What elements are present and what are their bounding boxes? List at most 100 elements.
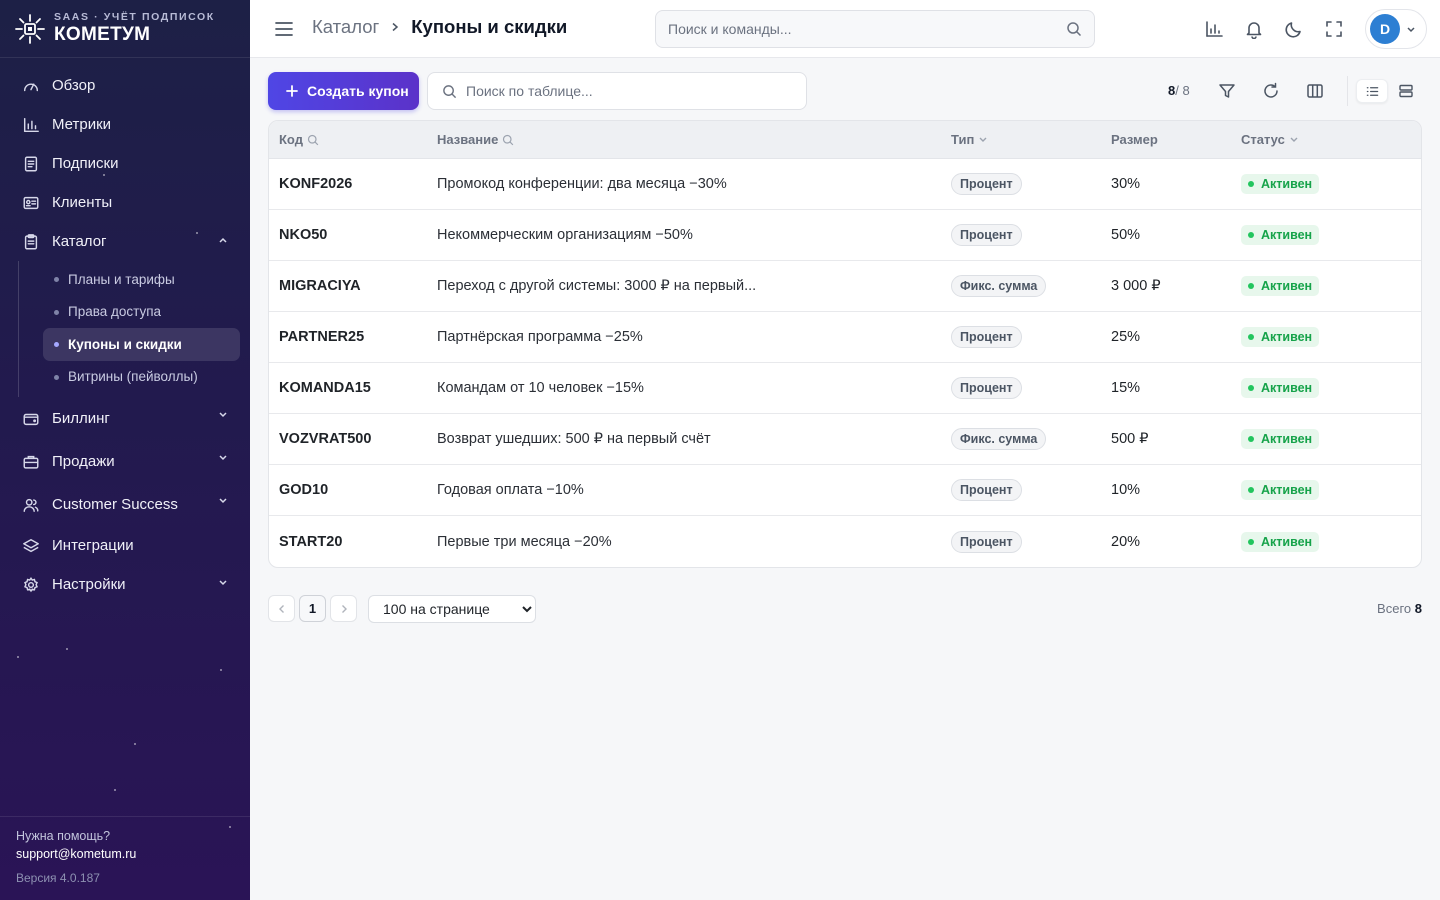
next-page-button[interactable] bbox=[330, 595, 357, 622]
coupon-size: 30% bbox=[1111, 176, 1141, 192]
per-page-select[interactable]: 100 на странице bbox=[368, 595, 536, 623]
table-row[interactable]: START20 Первые три месяца −20% Процент 2… bbox=[269, 516, 1421, 567]
table-row[interactable]: KONF2026 Промокод конференции: два месяц… bbox=[269, 159, 1421, 210]
sidebar-item-label: Интеграции bbox=[52, 537, 134, 554]
user-menu[interactable]: D bbox=[1365, 9, 1427, 49]
card-view-icon[interactable] bbox=[1398, 83, 1414, 99]
type-badge: Фикс. сумма bbox=[951, 275, 1047, 297]
subnav-item-coupons[interactable]: Купоны и скидки bbox=[43, 328, 240, 361]
coupon-code: KOMANDA15 bbox=[279, 380, 371, 396]
sidebar-item-label: Биллинг bbox=[52, 410, 110, 427]
subnav-item-paywalls[interactable]: Витрины (пейволлы) bbox=[43, 361, 240, 394]
table-row[interactable]: NKO50 Некоммерческим организациям −50% П… bbox=[269, 210, 1421, 261]
coupon-size: 15% bbox=[1111, 380, 1141, 396]
type-badge: Процент bbox=[951, 479, 1022, 501]
moon-icon[interactable] bbox=[1284, 19, 1304, 39]
sidebar-item-label: Подписки bbox=[52, 155, 119, 172]
chevron-down-icon bbox=[979, 137, 987, 142]
coupon-size: 10% bbox=[1111, 482, 1141, 498]
chevron-down-icon bbox=[219, 580, 227, 586]
columns-icon[interactable] bbox=[1306, 82, 1324, 100]
sidebar-item-label: Метрики bbox=[52, 116, 112, 133]
sidebar-item-clients[interactable]: Клиенты bbox=[0, 183, 250, 222]
sidebar-item-billing[interactable]: Биллинг bbox=[0, 397, 250, 440]
sidebar-item-overview[interactable]: Обзор bbox=[0, 66, 250, 105]
search-icon[interactable] bbox=[502, 134, 514, 146]
sidebar-item-settings[interactable]: Настройки bbox=[0, 565, 250, 604]
global-search-input[interactable] bbox=[656, 11, 1056, 47]
list-view-button[interactable] bbox=[1356, 79, 1388, 103]
chevron-up-icon bbox=[219, 237, 227, 243]
column-header-label: Тип bbox=[951, 132, 975, 147]
column-header-status[interactable]: Статус bbox=[1241, 132, 1421, 147]
prev-page-button[interactable] bbox=[268, 595, 295, 622]
toolbar-divider bbox=[1347, 76, 1348, 106]
coupon-code: GOD10 bbox=[279, 482, 329, 498]
table-row[interactable]: VOZVRAT500 Возврат ушедших: 500 ₽ на пер… bbox=[269, 414, 1421, 465]
column-header-label: Статус bbox=[1241, 132, 1285, 147]
sidebar-item-integrations[interactable]: Интеграции bbox=[0, 526, 250, 565]
coupon-name: Некоммерческим организациям −50% bbox=[437, 227, 693, 243]
filter-icon[interactable] bbox=[1218, 82, 1236, 100]
coupon-size: 25% bbox=[1111, 329, 1141, 345]
list-icon bbox=[1366, 87, 1379, 96]
table-row[interactable]: KOMANDA15 Командам от 10 человек −15% Пр… bbox=[269, 363, 1421, 414]
row-count-total: / 8 bbox=[1175, 83, 1190, 98]
coupon-name: Первые три месяца −20% bbox=[437, 533, 612, 550]
table-row[interactable]: PARTNER25 Партнёрская программа −25% Про… bbox=[269, 312, 1421, 363]
coupon-code: KONF2026 bbox=[279, 176, 353, 192]
search-icon[interactable] bbox=[307, 134, 319, 146]
sidebar-item-label: Customer Success bbox=[52, 496, 178, 513]
sidebar-item-catalog[interactable]: Каталог bbox=[0, 222, 250, 261]
type-badge: Процент bbox=[951, 377, 1022, 399]
bar-chart-icon bbox=[23, 117, 39, 132]
column-header-name[interactable]: Название bbox=[437, 132, 951, 147]
plus-icon bbox=[286, 85, 298, 97]
subnav-item-access-rights[interactable]: Права доступа bbox=[43, 296, 240, 329]
fullscreen-icon[interactable] bbox=[1324, 19, 1344, 39]
coupon-name: Партнёрская программа −25% bbox=[437, 329, 643, 345]
chevron-right-icon bbox=[392, 22, 399, 32]
type-badge: Процент bbox=[951, 173, 1022, 195]
sidebar-item-label: Продажи bbox=[52, 453, 115, 470]
brand-logo[interactable]: SAAS · УЧЁТ ПОДПИСОК КОМЕТУМ bbox=[0, 0, 250, 58]
table-row[interactable]: MIGRACIYA Переход с другой системы: 3000… bbox=[269, 261, 1421, 312]
search-icon[interactable] bbox=[1066, 21, 1082, 37]
column-header-size[interactable]: Размер bbox=[1111, 132, 1241, 147]
table-header: Код Название Тип Размер Статус bbox=[269, 121, 1421, 159]
type-badge: Процент bbox=[951, 224, 1022, 246]
sidebar-item-metrics[interactable]: Метрики bbox=[0, 105, 250, 144]
coupon-name: Годовая оплата −10% bbox=[437, 482, 584, 498]
sidebar-item-sales[interactable]: Продажи bbox=[0, 440, 250, 483]
breadcrumb-root[interactable]: Каталог bbox=[312, 16, 379, 38]
brand-subtitle: SAAS · УЧЁТ ПОДПИСОК bbox=[54, 11, 215, 23]
catalog-subnav: Планы и тарифы Права доступа Купоны и ск… bbox=[18, 261, 250, 397]
bell-icon[interactable] bbox=[1244, 19, 1264, 39]
analytics-icon[interactable] bbox=[1204, 19, 1224, 39]
coupon-code: START20 bbox=[279, 533, 343, 550]
subnav-item-plans[interactable]: Планы и тарифы bbox=[43, 263, 240, 296]
table-row[interactable]: GOD10 Годовая оплата −10% Процент 10% Ак… bbox=[269, 465, 1421, 516]
menu-icon[interactable] bbox=[274, 19, 294, 39]
help-label: Нужна помощь? bbox=[16, 829, 111, 843]
layers-icon bbox=[23, 538, 39, 552]
coupon-name: Командам от 10 человек −15% bbox=[437, 380, 644, 396]
status-badge: Активен bbox=[1241, 480, 1320, 500]
sidebar-item-label: Каталог bbox=[52, 233, 107, 250]
column-header-type[interactable]: Тип bbox=[951, 132, 1111, 147]
status-badge: Активен bbox=[1241, 378, 1320, 398]
sidebar-item-customer-success[interactable]: Customer Success bbox=[0, 483, 250, 526]
support-email-link[interactable]: support@kometum.ru bbox=[16, 847, 234, 861]
sidebar-footer: Нужна помощь? support@kometum.ru Версия … bbox=[0, 816, 250, 900]
breadcrumb: Каталог Купоны и скидки bbox=[312, 16, 567, 38]
sidebar-item-subscriptions[interactable]: Подписки bbox=[0, 144, 250, 183]
coupon-size: 20% bbox=[1111, 533, 1141, 550]
column-header-code[interactable]: Код bbox=[269, 132, 437, 147]
page-button-current[interactable]: 1 bbox=[299, 595, 326, 622]
create-coupon-button[interactable]: Создать купон bbox=[268, 72, 419, 110]
total-value: 8 bbox=[1414, 601, 1422, 616]
table-search-input[interactable] bbox=[466, 73, 796, 109]
type-badge: Процент bbox=[951, 530, 1022, 553]
chevron-down-icon bbox=[1407, 27, 1415, 33]
refresh-icon[interactable] bbox=[1262, 82, 1280, 100]
